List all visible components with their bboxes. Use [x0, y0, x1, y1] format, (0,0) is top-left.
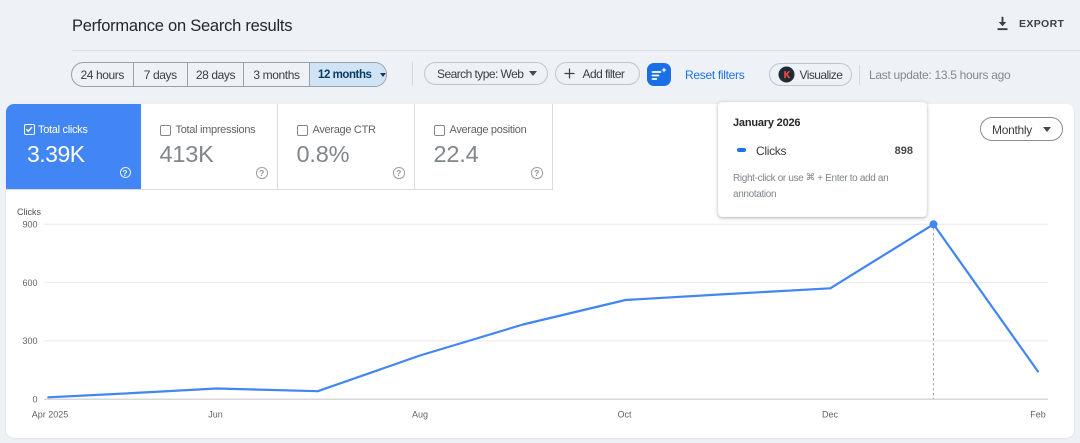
svg-text:300: 300	[22, 336, 37, 346]
svg-text:Apr 2025: Apr 2025	[32, 410, 69, 420]
svg-text:0: 0	[32, 394, 37, 404]
svg-text:Dec: Dec	[822, 410, 839, 420]
svg-text:900: 900	[22, 219, 37, 229]
svg-text:Clicks: Clicks	[17, 207, 41, 217]
svg-text:Aug: Aug	[412, 410, 428, 420]
svg-text:600: 600	[22, 278, 37, 288]
svg-text:Jun: Jun	[208, 410, 223, 420]
svg-text:Feb: Feb	[1030, 410, 1046, 420]
svg-text:Oct: Oct	[617, 410, 632, 420]
